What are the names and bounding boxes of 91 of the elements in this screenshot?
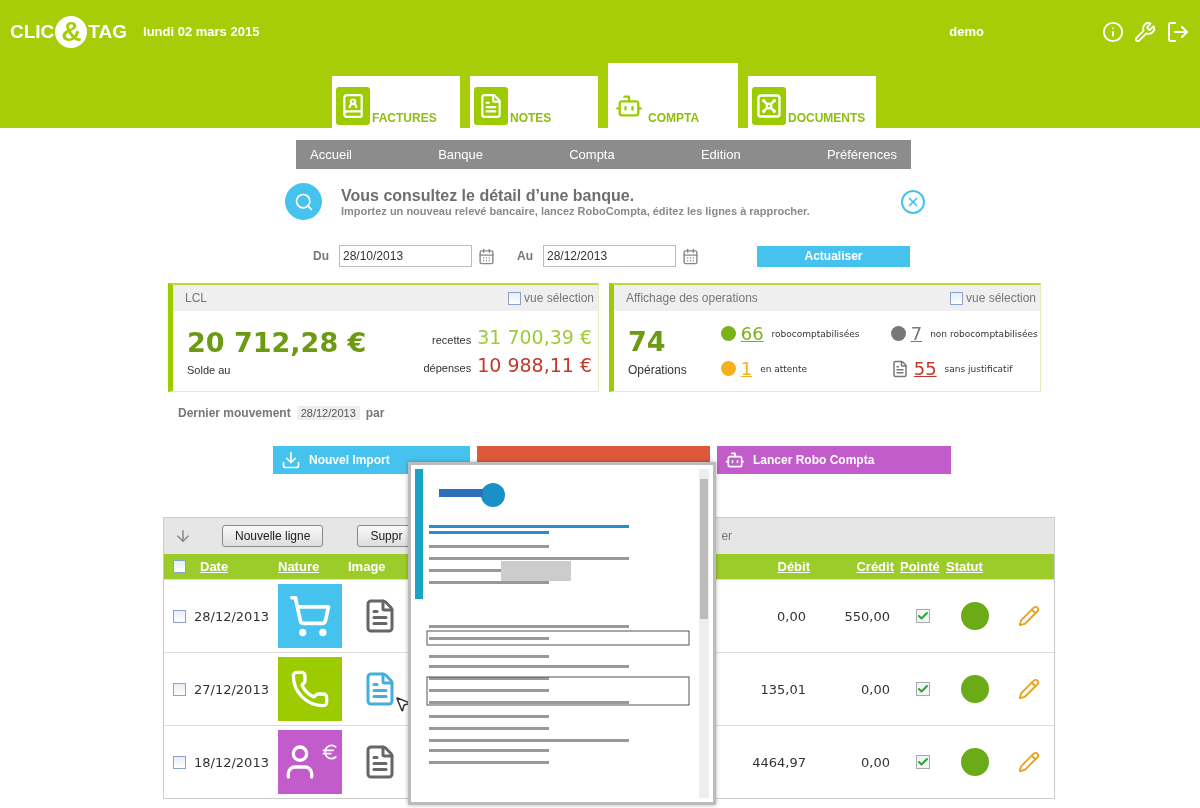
date-input[interactable]: 28/12/2013 bbox=[543, 245, 676, 267]
download-icon bbox=[281, 450, 301, 470]
action-button[interactable]: Lancer Robo Compta bbox=[717, 446, 951, 474]
to-label: Au bbox=[517, 249, 533, 263]
calendar-icon[interactable] bbox=[682, 247, 699, 265]
column-header[interactable]: Débit bbox=[777, 559, 816, 574]
toolbar-button[interactable]: Nouvelle ligne bbox=[222, 525, 324, 547]
stat-count-link[interactable]: 66 bbox=[740, 323, 764, 344]
stat-label: en attente bbox=[760, 363, 808, 374]
logo-text: TAG bbox=[88, 20, 128, 43]
expense-amount: 10 988,11 € bbox=[477, 354, 592, 376]
module-tab[interactable]: DOCUMENTS bbox=[748, 76, 876, 128]
operations-count: 74 bbox=[628, 325, 667, 357]
close-button[interactable] bbox=[901, 189, 925, 214]
nav-link[interactable]: Compta bbox=[569, 147, 615, 162]
nav-link[interactable]: Banque bbox=[438, 147, 483, 162]
nav-link[interactable]: Préférences bbox=[826, 147, 897, 162]
calendar-icon[interactable] bbox=[478, 247, 495, 265]
date-cell: 18/12/2013 bbox=[194, 754, 269, 770]
income-label: recettes bbox=[432, 334, 472, 346]
user-name: demo bbox=[949, 24, 984, 39]
robot-icon bbox=[725, 450, 745, 470]
operations-label: Opérations bbox=[628, 362, 687, 377]
logout-icon[interactable] bbox=[1166, 19, 1190, 44]
nav-link[interactable]: Edition bbox=[700, 147, 741, 162]
card-title: Affichage des operations bbox=[626, 291, 758, 305]
debit-cell-text: 0,00 bbox=[777, 608, 807, 624]
date-input[interactable]: 28/10/2013 bbox=[339, 245, 472, 267]
income-amount: 31 700,39 € bbox=[477, 326, 592, 348]
pencil-icon[interactable] bbox=[1018, 751, 1040, 773]
column-header[interactable]: Statut bbox=[946, 559, 983, 574]
balance-amount: 20 712,28 € bbox=[187, 326, 368, 358]
date-cell: 28/12/2013 bbox=[194, 608, 269, 624]
module-icon bbox=[474, 87, 508, 125]
document-icon bbox=[890, 359, 909, 378]
credit-cell-text: 550,00 bbox=[844, 608, 891, 624]
search-icon bbox=[285, 183, 322, 220]
pencil-icon[interactable] bbox=[1018, 678, 1040, 700]
nav-link[interactable]: Accueil bbox=[310, 147, 352, 162]
banner-subtitle: Importez un nouveau relevé bancaire, lancez RoboCompta, éditez les lignes à rapprocher. bbox=[341, 204, 811, 217]
logo-mark: & bbox=[55, 15, 88, 48]
pointed-checkbox[interactable] bbox=[916, 609, 930, 623]
toolbar-text: er bbox=[721, 529, 733, 543]
credit-cell-text: 0,00 bbox=[861, 681, 891, 697]
stat-label: sans justificatif bbox=[944, 363, 1013, 374]
checkbox-label: vue sélection bbox=[965, 291, 1036, 305]
column-header[interactable]: Image bbox=[348, 559, 386, 574]
credit-cell-text: 0,00 bbox=[861, 754, 891, 770]
date-cell: 27/12/2013 bbox=[194, 681, 269, 697]
stat-label: non robocomptabilisées bbox=[930, 328, 1038, 339]
current-date: lundi 02 mars 2015 bbox=[143, 24, 260, 39]
column-header[interactable]: Crédit bbox=[856, 559, 900, 574]
module-tab[interactable]: FACTURES bbox=[332, 76, 460, 128]
phone-icon bbox=[290, 669, 330, 709]
stat-count-link[interactable]: 7 bbox=[910, 323, 923, 344]
row-checkbox[interactable] bbox=[172, 755, 186, 769]
last-movement-label: Dernier mouvement bbox=[178, 406, 291, 420]
wrench-icon[interactable] bbox=[1134, 20, 1156, 43]
module-icon bbox=[752, 87, 786, 125]
column-header[interactable]: Date bbox=[200, 559, 229, 574]
debit-cell-text: 4464,97 bbox=[752, 754, 807, 770]
stat-count-link[interactable]: 55 bbox=[913, 358, 937, 379]
debit-cell-text: 135,01 bbox=[760, 681, 807, 697]
module-tab[interactable]: NOTES bbox=[470, 76, 598, 128]
select-all-checkbox[interactable] bbox=[172, 560, 186, 573]
row-checkbox[interactable] bbox=[172, 682, 186, 696]
arrow-down-icon[interactable] bbox=[174, 527, 192, 545]
stat-count-link[interactable]: 1 bbox=[740, 358, 753, 379]
column-header[interactable]: Pointé bbox=[900, 559, 940, 574]
module-tab[interactable]: COMPTA bbox=[608, 63, 738, 128]
balance-label: Solde au bbox=[187, 363, 232, 376]
checkbox[interactable] bbox=[949, 291, 963, 305]
banner-title: Vous consultez le détail d’une banque. bbox=[341, 186, 636, 205]
pointed-checkbox[interactable] bbox=[916, 682, 930, 696]
checkbox[interactable] bbox=[507, 291, 521, 305]
pointed-checkbox[interactable] bbox=[916, 755, 930, 769]
last-movement-suffix: par bbox=[365, 406, 385, 420]
refresh-button[interactable]: Actualiser bbox=[757, 245, 910, 267]
last-movement-date: 28/12/2013 bbox=[296, 406, 360, 420]
stat-label: robocomptabilisées bbox=[771, 328, 860, 339]
cart-icon bbox=[288, 594, 332, 638]
pencil-icon[interactable] bbox=[1018, 605, 1040, 627]
card-title: LCL bbox=[185, 291, 207, 305]
row-checkbox[interactable] bbox=[172, 609, 186, 623]
column-header[interactable]: Nature bbox=[278, 559, 320, 574]
from-label: Du bbox=[313, 249, 329, 263]
checkbox-label: vue sélection bbox=[523, 291, 594, 305]
expense-label: dépenses bbox=[423, 362, 472, 374]
module-icon bbox=[336, 87, 370, 125]
info-icon[interactable] bbox=[1102, 20, 1124, 43]
logo-text: CLIC bbox=[10, 20, 55, 43]
